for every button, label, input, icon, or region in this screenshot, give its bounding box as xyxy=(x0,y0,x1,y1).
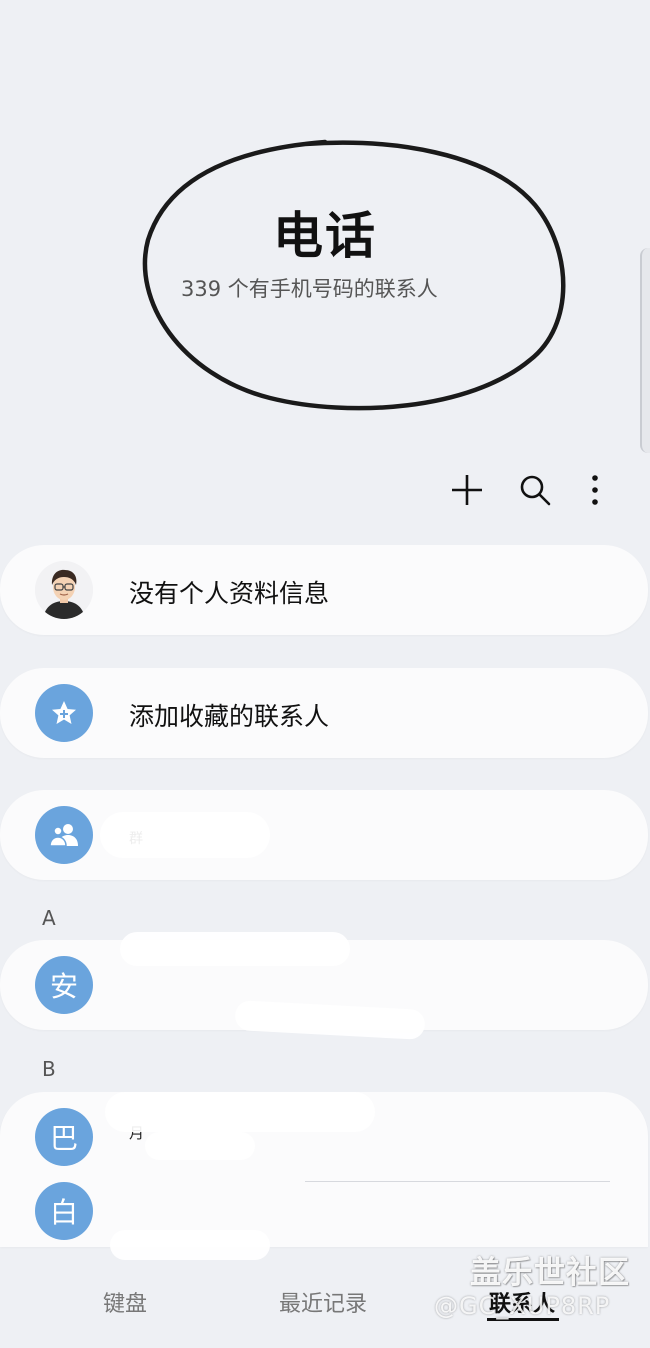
more-options-button[interactable] xyxy=(571,466,619,514)
edge-panel-handle[interactable] xyxy=(640,248,650,453)
groups-label: 群 xyxy=(129,831,143,847)
contact-name: 月 xyxy=(129,1124,145,1142)
contact-card-b[interactable]: 巴 月 白 xyxy=(0,1092,648,1247)
search-button[interactable] xyxy=(511,466,559,514)
contact-row[interactable]: 巴 月 xyxy=(0,1092,648,1182)
plus-icon xyxy=(452,475,482,505)
profile-card[interactable]: 没有个人资料信息 xyxy=(0,545,648,635)
contact-avatar: 白 xyxy=(35,1182,93,1240)
search-icon xyxy=(520,475,551,506)
list-divider xyxy=(305,1181,610,1182)
profile-avatar xyxy=(35,561,93,619)
groups-avatar xyxy=(35,806,93,864)
favorites-avatar xyxy=(35,684,93,742)
tab-recents[interactable]: 最近记录 xyxy=(279,1286,367,1318)
add-contact-button[interactable] xyxy=(443,466,491,514)
contact-row[interactable]: 安 xyxy=(0,940,648,1030)
groups-card[interactable]: 群 xyxy=(0,790,648,880)
contact-avatar: 巴 xyxy=(35,1108,93,1166)
contact-card-a[interactable]: 安 xyxy=(0,940,648,1030)
contact-count: 339 个有手机号码的联系人 xyxy=(181,277,438,301)
section-header-b: B xyxy=(42,1057,56,1081)
app-header: 电话 339 个有手机号码的联系人 xyxy=(0,0,650,470)
watermark-title: 盖乐世社区 xyxy=(470,1255,630,1291)
tab-keypad[interactable]: 键盘 xyxy=(103,1286,147,1318)
star-icon xyxy=(52,701,76,724)
contact-avatar: 安 xyxy=(35,956,93,1014)
profile-label: 没有个人资料信息 xyxy=(129,579,330,608)
watermark-handle: @GC_XUP8RP xyxy=(434,1292,611,1320)
favorites-card[interactable]: 添加收藏的联系人 xyxy=(0,668,648,758)
group-icon xyxy=(49,824,78,847)
section-header-a: A xyxy=(42,906,56,930)
favorites-label: 添加收藏的联系人 xyxy=(129,702,330,731)
page-title: 电话 xyxy=(273,207,377,265)
more-vertical-icon xyxy=(592,475,598,505)
